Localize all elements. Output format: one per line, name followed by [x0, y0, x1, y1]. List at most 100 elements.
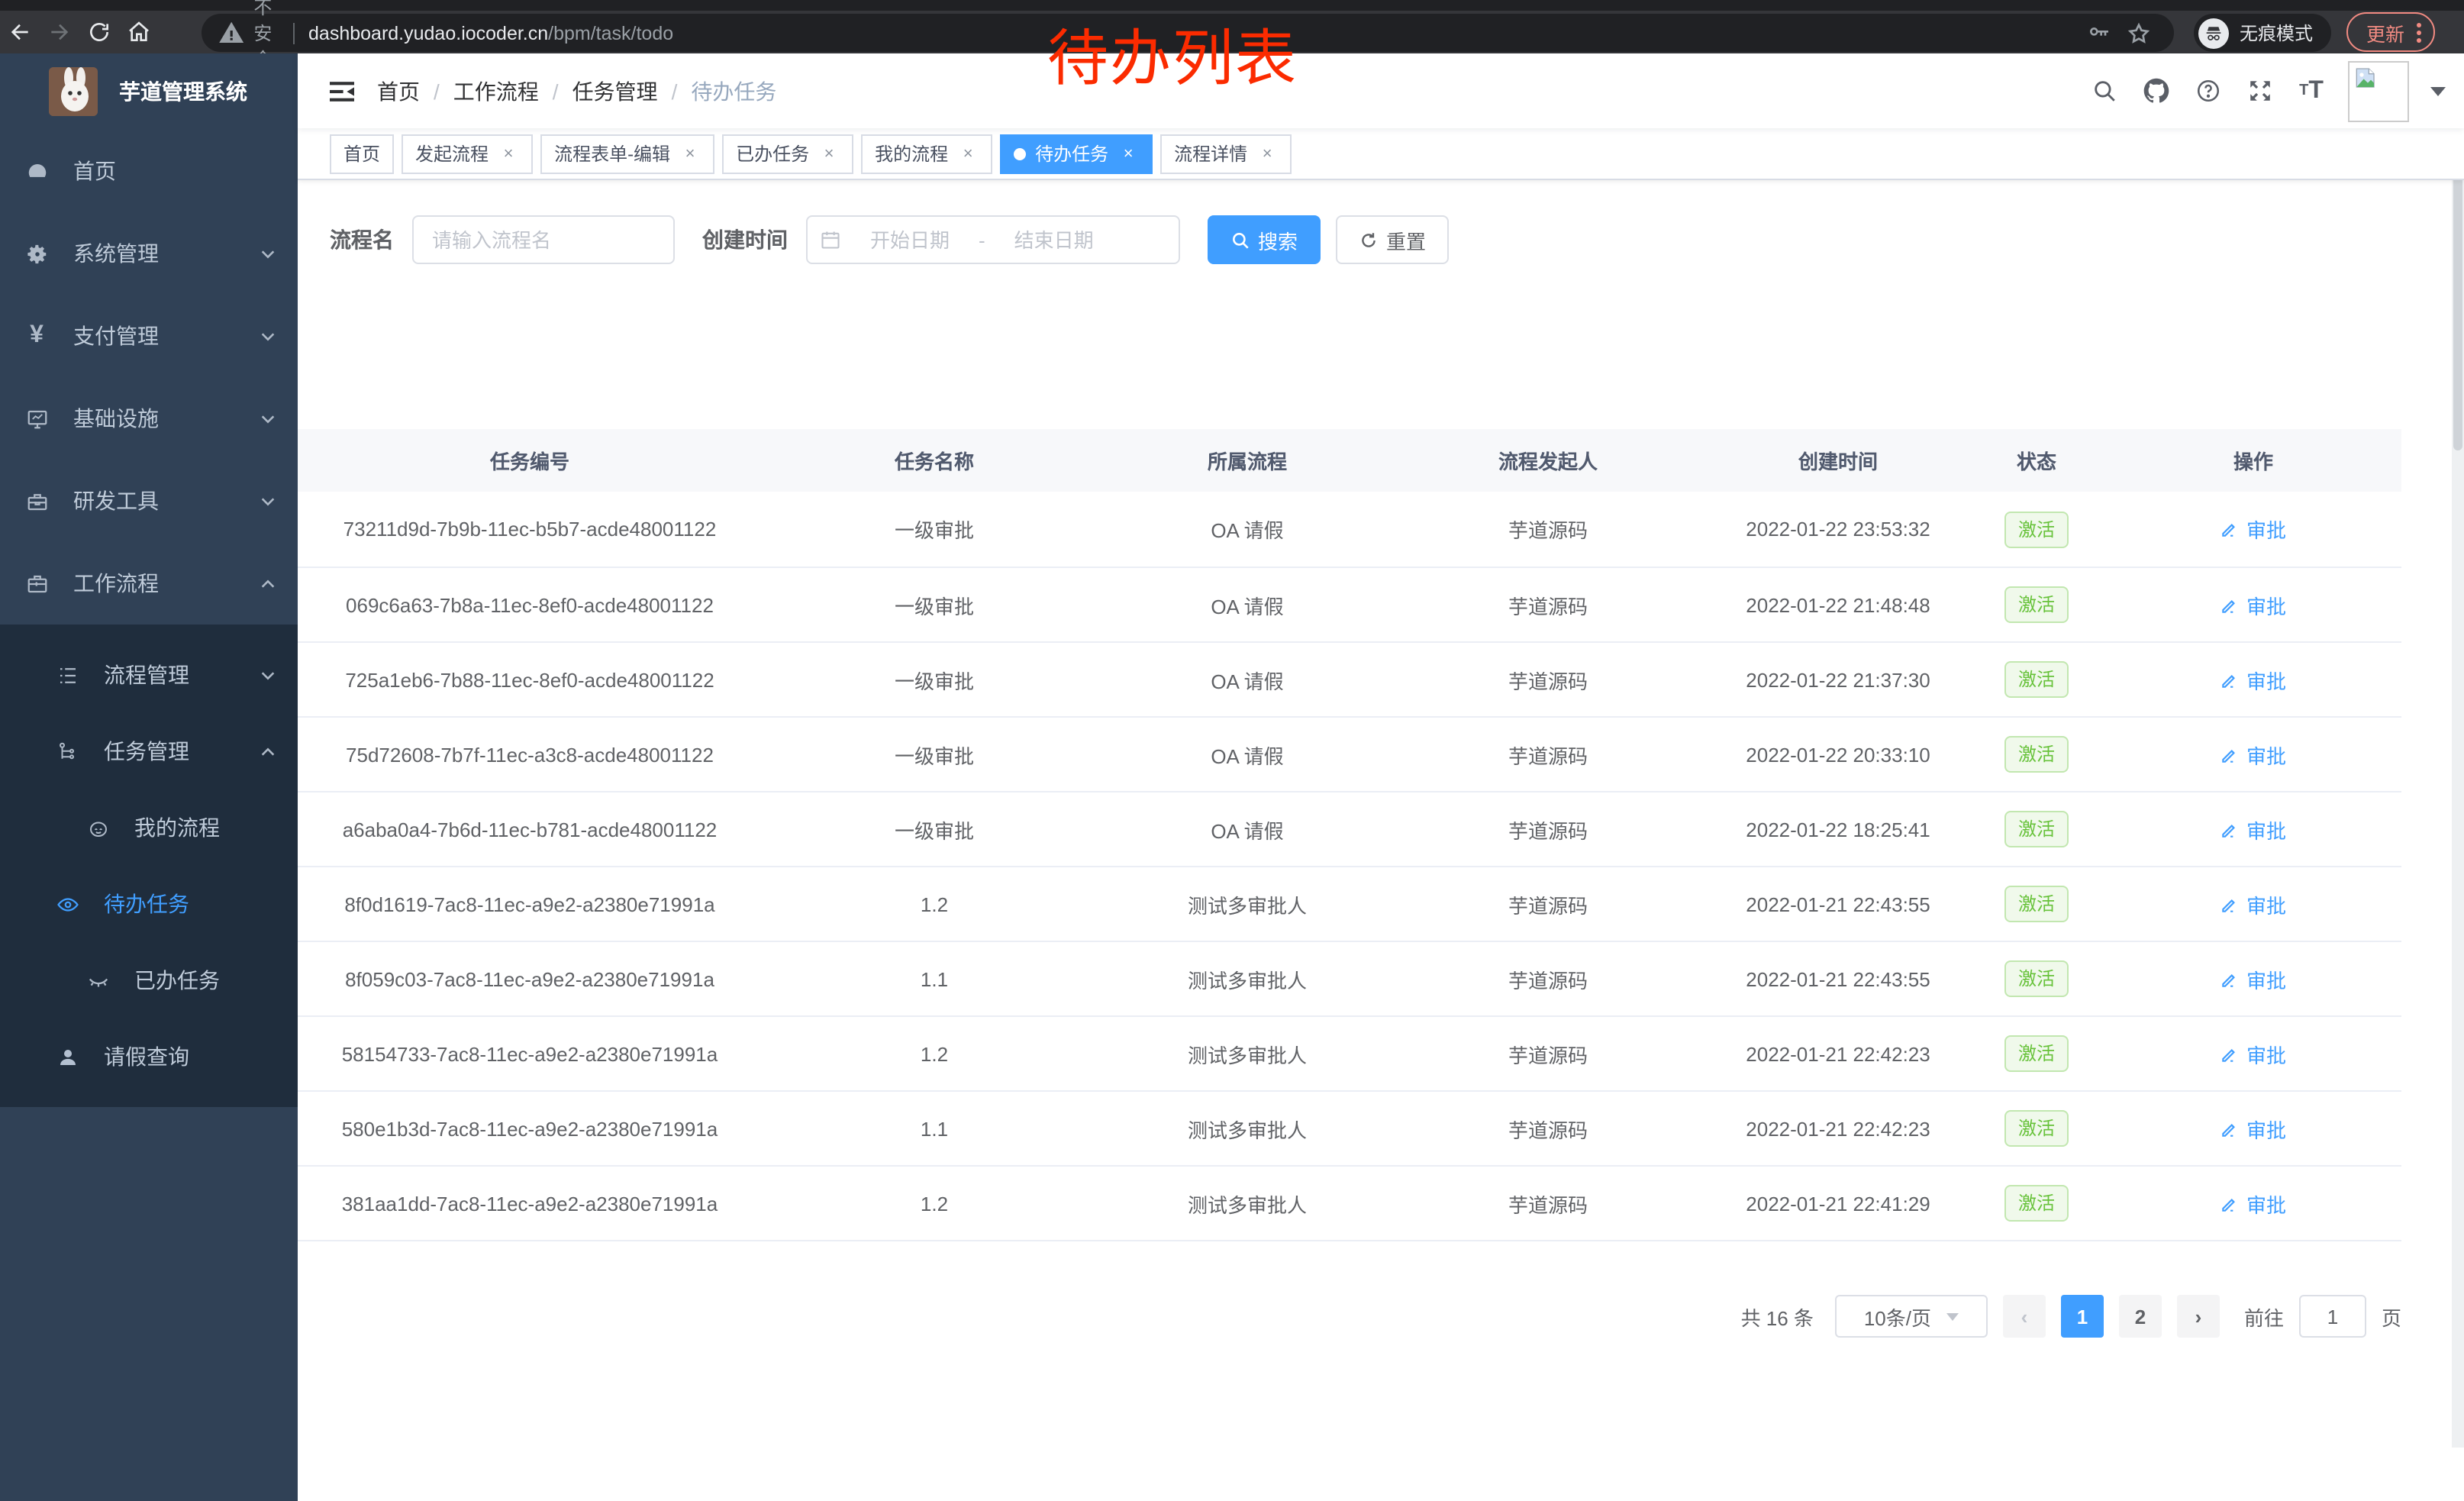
scrollbar-track[interactable]	[2452, 53, 2464, 1448]
cell-process: OA 请假	[1107, 665, 1388, 694]
fullscreen-icon[interactable]	[2244, 76, 2275, 106]
filter-bar: 流程名 创建时间 - 搜索	[330, 215, 1449, 264]
search-button-label: 搜索	[1258, 225, 1298, 254]
omnibox-divider	[293, 22, 295, 44]
cell-actions: 审批	[2105, 815, 2401, 844]
hamburger-icon[interactable]	[298, 79, 377, 103]
breadcrumb-home[interactable]: 首页	[377, 76, 420, 106]
approve-link-label: 审批	[2246, 1039, 2286, 1068]
sidebar-item-workflow[interactable]: 工作流程	[0, 542, 298, 625]
breadcrumb-workflow[interactable]: 工作流程	[453, 76, 539, 106]
start-date-input[interactable]	[847, 228, 972, 251]
avatar-caret-icon[interactable]	[2430, 86, 2446, 95]
reload-icon[interactable]	[79, 12, 119, 52]
update-button[interactable]: 更新	[2346, 12, 2435, 52]
sidebar-item-payment[interactable]: ¥ 支付管理	[0, 295, 298, 377]
breadcrumb-task-mgmt[interactable]: 任务管理	[572, 76, 658, 106]
help-icon[interactable]	[2192, 76, 2223, 106]
breadcrumb: 首页 / 工作流程 / 任务管理 / 待办任务	[377, 76, 776, 106]
goto-page-input[interactable]	[2299, 1295, 2366, 1338]
cell-task-name: 一级审批	[762, 590, 1107, 619]
tab-my-process[interactable]: 我的流程×	[861, 134, 992, 173]
prev-page-button[interactable]: ‹	[2003, 1295, 2046, 1338]
approve-link[interactable]: 审批	[2221, 590, 2286, 619]
incognito-badge: 无痕模式	[2194, 14, 2331, 52]
approve-link[interactable]: 审批	[2221, 964, 2286, 993]
approve-link[interactable]: 审批	[2221, 1189, 2286, 1218]
tab-form-edit[interactable]: 流程表单-编辑×	[540, 134, 714, 173]
next-page-button[interactable]: ›	[2177, 1295, 2220, 1338]
sidebar-item-done-tasks[interactable]: 已办任务	[0, 942, 298, 1018]
end-date-input[interactable]	[992, 228, 1117, 251]
tab-close-icon[interactable]: ×	[1256, 143, 1278, 164]
tab-close-icon[interactable]: ×	[818, 143, 840, 164]
edit-pencil-icon	[2221, 519, 2240, 539]
sidebar-item-my-process[interactable]: 我的流程	[0, 789, 298, 866]
bookmark-star-icon[interactable]	[2119, 13, 2159, 53]
reset-button[interactable]: 重置	[1336, 215, 1449, 264]
sidebar-item-leave-query[interactable]: 请假查询	[0, 1018, 298, 1095]
tab-close-icon[interactable]: ×	[498, 143, 519, 164]
tab-close-icon[interactable]: ×	[957, 143, 979, 164]
approve-link[interactable]: 审批	[2221, 1114, 2286, 1143]
cell-status: 激活	[1968, 886, 2105, 922]
sidebar-item-devtools[interactable]: 研发工具	[0, 460, 298, 542]
cell-status: 激活	[1968, 586, 2105, 623]
date-range-picker[interactable]: -	[806, 215, 1180, 264]
font-size-icon[interactable]: TT	[2296, 76, 2327, 106]
sidebar-item-label: 基础设施	[73, 403, 260, 434]
approve-link[interactable]: 审批	[2221, 740, 2286, 769]
cell-actions: 审批	[2105, 515, 2401, 544]
approve-link[interactable]: 审批	[2221, 665, 2286, 694]
tab-process-detail[interactable]: 流程详情×	[1160, 134, 1292, 173]
approve-link-label: 审批	[2246, 665, 2286, 694]
cell-task-name: 一级审批	[762, 740, 1107, 769]
search-button[interactable]: 搜索	[1208, 215, 1321, 264]
approve-link[interactable]: 审批	[2221, 889, 2286, 918]
sidebar-item-label: 待办任务	[104, 889, 276, 919]
password-key-icon[interactable]	[2079, 13, 2119, 53]
sidebar-item-infrastructure[interactable]: 基础设施	[0, 377, 298, 460]
table-row: 58154733-7ac8-11ec-a9e2-a2380e71991a 1.2…	[298, 1015, 2401, 1090]
sidebar-item-task-mgmt[interactable]: 任务管理	[0, 713, 298, 789]
navbar-actions: TT	[2088, 60, 2464, 121]
page-size-select[interactable]: 10条/页	[1835, 1295, 1988, 1338]
col-created: 创建时间	[1708, 446, 1968, 475]
tab-close-icon[interactable]: ×	[679, 143, 701, 164]
home-icon[interactable]	[119, 12, 159, 52]
avatar[interactable]	[2348, 60, 2409, 121]
approve-link[interactable]: 审批	[2221, 515, 2286, 544]
sidebar-item-label: 研发工具	[73, 486, 260, 516]
tab-start-process[interactable]: 发起流程×	[402, 134, 533, 173]
approve-link[interactable]: 审批	[2221, 1039, 2286, 1068]
search-icon[interactable]	[2088, 76, 2119, 106]
cell-process: OA 请假	[1107, 590, 1388, 619]
chevron-down-icon	[260, 410, 276, 427]
approve-link[interactable]: 审批	[2221, 815, 2286, 844]
edit-pencil-icon	[2221, 670, 2240, 689]
github-icon[interactable]	[2140, 76, 2171, 106]
process-name-input[interactable]	[412, 215, 675, 264]
table-row: 069c6a63-7b8a-11ec-8ef0-acde48001122 一级审…	[298, 567, 2401, 641]
browser-menu-icon[interactable]	[2417, 22, 2421, 42]
sidebar-item-todo-tasks[interactable]: 待办任务	[0, 866, 298, 942]
active-dot	[1014, 147, 1026, 160]
sidebar-item-process-mgmt[interactable]: 流程管理	[0, 637, 298, 713]
gear-icon	[24, 241, 49, 266]
cell-created: 2022-01-21 22:43:55	[1708, 967, 1968, 990]
tab-todo-tasks[interactable]: 待办任务×	[1000, 134, 1153, 173]
cell-status: 激活	[1968, 811, 2105, 847]
tab-close-icon[interactable]: ×	[1118, 143, 1139, 164]
warning-icon	[217, 18, 246, 47]
tab-done-tasks[interactable]: 已办任务×	[722, 134, 853, 173]
sidebar-item-system[interactable]: 系统管理	[0, 212, 298, 295]
status-badge: 激活	[2004, 511, 2069, 547]
tab-home[interactable]: 首页	[330, 134, 394, 173]
chevron-down-icon	[260, 328, 276, 344]
app-logo[interactable]: 芋道管理系统	[0, 53, 298, 130]
page-button-1[interactable]: 1	[2061, 1295, 2104, 1338]
back-icon[interactable]	[0, 12, 40, 52]
forward-icon[interactable]	[40, 12, 79, 52]
sidebar-item-home[interactable]: 首页	[0, 130, 298, 212]
page-button-2[interactable]: 2	[2119, 1295, 2162, 1338]
